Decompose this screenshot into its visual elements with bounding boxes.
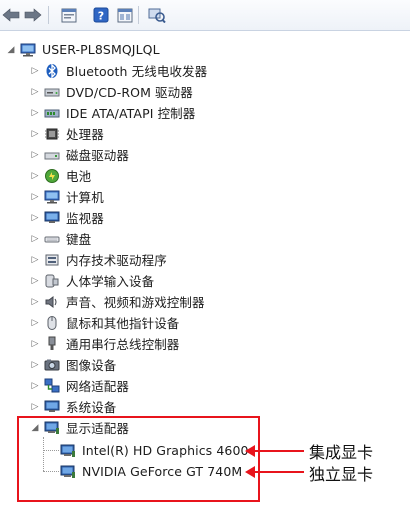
tree-category[interactable]: ▷ 系统设备	[30, 396, 116, 417]
expand-icon[interactable]: ▷	[30, 234, 40, 244]
label-integrated-gpu: 集成显卡	[309, 443, 374, 462]
tree-category[interactable]: ▷ Bluetooth 无线电收发器	[30, 60, 207, 81]
dvd-drive-icon	[44, 84, 60, 100]
system-device-icon	[44, 399, 60, 415]
processor-icon	[44, 126, 60, 142]
tree-root[interactable]: ◢ USER-PL8SMQJLQL	[6, 39, 160, 60]
tree-category[interactable]: ▷ 处理器	[30, 123, 104, 144]
category-label: DVD/CD-ROM 驱动器	[66, 85, 193, 100]
category-label: 人体学输入设备	[66, 274, 155, 289]
tree-category[interactable]: ▷ 人体学输入设备	[30, 270, 154, 291]
expand-icon[interactable]: ▷	[30, 402, 40, 412]
collapse-icon[interactable]: ◢	[6, 45, 16, 55]
expand-icon[interactable]: ▷	[30, 318, 40, 328]
label-dedicated-gpu: 独立显卡	[309, 465, 374, 484]
expand-icon[interactable]: ▷	[30, 255, 40, 265]
category-label: 磁盘驱动器	[66, 148, 130, 163]
category-label: 声音、视频和游戏控制器	[66, 295, 205, 310]
root-label: USER-PL8SMQJLQL	[42, 42, 160, 57]
tree-category[interactable]: ▷ 磁盘驱动器	[30, 144, 129, 165]
tree-category[interactable]: ▷ 图像设备	[30, 354, 117, 375]
tree-category[interactable]: ▷ 计算机	[30, 186, 104, 207]
mouse-icon	[44, 315, 60, 331]
network-adapter-icon	[44, 378, 60, 394]
category-label: 鼠标和其他指针设备	[66, 316, 180, 331]
category-label: 计算机	[66, 190, 104, 205]
category-label: 监视器	[66, 211, 104, 226]
expand-icon[interactable]: ▷	[30, 192, 40, 202]
tree-category[interactable]: ▷ 网络适配器	[30, 375, 129, 396]
category-label: 图像设备	[66, 358, 117, 373]
expand-icon[interactable]: ▷	[30, 360, 40, 370]
monitor-icon	[44, 210, 60, 226]
arrow-dedicated	[245, 466, 304, 478]
sound-icon	[44, 294, 60, 310]
tree-category[interactable]: ▷ 鼠标和其他指针设备	[30, 312, 179, 333]
tree-category[interactable]: ▷ 键盘	[30, 228, 92, 249]
computer-icon	[44, 189, 60, 205]
expand-icon[interactable]: ▷	[30, 339, 40, 349]
tree-category[interactable]: ▷ 声音、视频和游戏控制器	[30, 291, 205, 312]
expand-icon[interactable]: ▷	[30, 108, 40, 118]
expand-icon[interactable]: ▷	[30, 129, 40, 139]
usb-icon	[44, 336, 60, 352]
bluetooth-icon	[44, 62, 60, 79]
highlight-box	[17, 416, 260, 502]
expand-icon[interactable]: ▷	[30, 66, 40, 76]
category-label: 系统设备	[66, 400, 117, 415]
tree-category[interactable]: ▷ 内存技术驱动程序	[30, 249, 167, 270]
keyboard-icon	[44, 231, 60, 247]
hid-icon	[44, 273, 60, 289]
ide-controller-icon	[44, 105, 60, 121]
category-label: 电池	[66, 169, 92, 184]
expand-icon[interactable]: ▷	[30, 381, 40, 391]
category-label: 键盘	[66, 232, 92, 247]
expand-icon[interactable]: ▷	[30, 87, 40, 97]
category-label: Bluetooth 无线电收发器	[66, 64, 208, 79]
category-label: IDE ATA/ATAPI 控制器	[66, 106, 196, 121]
arrow-integrated	[245, 445, 304, 457]
expand-icon[interactable]: ▷	[30, 150, 40, 160]
tree-category[interactable]: ▷ IDE ATA/ATAPI 控制器	[30, 102, 196, 123]
tree-category[interactable]: ▷ DVD/CD-ROM 驱动器	[30, 81, 193, 102]
category-label: 通用串行总线控制器	[66, 337, 180, 352]
category-label: 网络适配器	[66, 379, 130, 394]
expand-icon[interactable]: ▷	[30, 213, 40, 223]
imaging-icon	[44, 357, 60, 373]
expand-icon[interactable]: ▷	[30, 276, 40, 286]
tree-category[interactable]: ▷ 监视器	[30, 207, 104, 228]
expand-icon[interactable]: ▷	[30, 171, 40, 181]
category-label: 处理器	[66, 127, 104, 142]
computer-icon	[20, 42, 36, 58]
tree-category[interactable]: ▷ 电池	[30, 165, 91, 186]
disk-drive-icon	[44, 147, 60, 163]
category-label: 内存技术驱动程序	[66, 253, 167, 268]
expand-icon[interactable]: ▷	[30, 297, 40, 307]
tree-category[interactable]: ▷ 通用串行总线控制器	[30, 333, 179, 354]
memory-tech-icon	[44, 252, 60, 268]
battery-icon	[44, 168, 60, 184]
